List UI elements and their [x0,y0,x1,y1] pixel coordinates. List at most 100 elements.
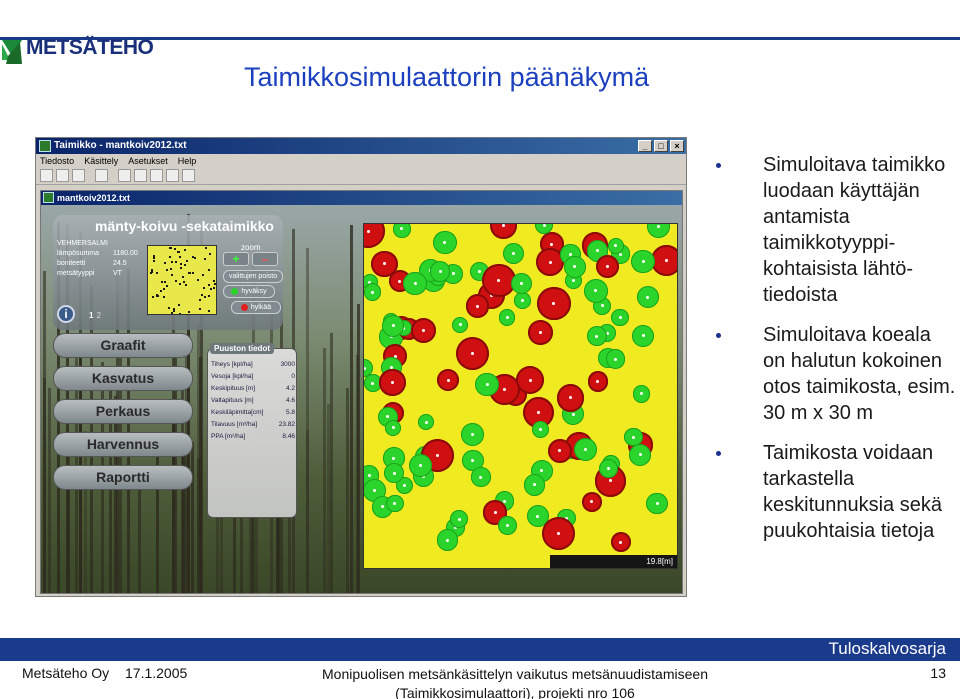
minimize-button[interactable]: _ [638,140,652,152]
pine-tree[interactable] [385,419,402,436]
perkaus-button[interactable]: Perkaus [53,399,193,424]
save-icon[interactable] [72,169,85,182]
close-icon[interactable] [182,169,195,182]
pine-tree[interactable] [523,473,546,496]
birch-tree[interactable] [556,384,585,412]
simulation-plot[interactable]: 19.8[m] [363,223,678,569]
undo-icon[interactable] [166,169,179,182]
pine-tree[interactable] [611,308,629,327]
birch-tree[interactable] [465,294,490,318]
harvennus-button[interactable]: Harvennus [53,432,193,457]
page-2[interactable]: 2 [96,311,100,320]
zoom-out-button[interactable]: – [252,252,278,266]
copy-icon[interactable] [134,169,147,182]
overview-map[interactable] [147,245,217,315]
pine-tree[interactable] [418,414,435,431]
page-1[interactable]: 1 [89,311,93,320]
pine-tree[interactable] [450,510,468,529]
menu-kasittely[interactable]: Käsittely [84,154,118,168]
birch-tree[interactable] [456,336,490,370]
pine-tree[interactable] [636,286,659,309]
graafit-button[interactable]: Graafit [53,333,193,358]
thumb-tree-dot [208,284,210,286]
close-button[interactable]: × [670,140,684,152]
pine-tree[interactable] [393,224,411,238]
pine-tree[interactable] [583,278,608,303]
pine-tree[interactable] [452,316,469,333]
menu-help[interactable]: Help [178,154,197,168]
pine-tree[interactable] [632,325,655,347]
birch-tree[interactable] [547,438,572,463]
birch-tree[interactable] [378,369,406,396]
pine-tree[interactable] [475,372,499,397]
pine-tree[interactable] [364,283,381,301]
maximize-button[interactable]: □ [654,140,668,152]
open-icon[interactable] [56,169,69,182]
menu-tiedosto[interactable]: Tiedosto [40,154,74,168]
bullet-item: Simuloitava koe­ala on halutun kokoinen … [716,322,956,426]
birch-tree[interactable] [436,369,460,392]
raportti-button[interactable]: Raportti [53,465,193,490]
birch-tree[interactable] [581,491,602,513]
pine-tree[interactable] [460,423,484,447]
new-icon[interactable] [40,169,53,182]
stat-label: Vesoja [kpl/ha] [211,373,254,380]
reject-button[interactable]: hylkää [231,301,281,314]
birch-tree[interactable] [528,320,554,346]
pine-tree[interactable] [646,493,668,515]
pine-tree[interactable] [432,230,457,255]
pine-tree[interactable] [629,443,652,466]
pine-tree[interactable] [499,309,516,326]
bullet-dot-icon [716,451,721,456]
pine-tree[interactable] [497,516,517,536]
stand-statistics: Puuston tiedot Tiheys [kpl/ha] 3000 Vesoj… [207,343,297,518]
thumb-tree-dot [175,261,177,263]
remove-selected-button[interactable]: valittujen poisto [223,270,283,283]
thumb-tree-dot [189,272,191,274]
pine-tree[interactable] [532,420,550,438]
paste-icon[interactable] [150,169,163,182]
pine-tree[interactable] [563,255,586,278]
birch-tree[interactable] [411,317,437,343]
pine-tree[interactable] [408,453,433,478]
pine-tree[interactable] [430,261,451,282]
accept-button[interactable]: hyväksy [223,285,275,298]
menu-asetukset[interactable]: Asetukset [128,154,168,168]
pine-tree[interactable] [511,273,533,295]
footer-org: Metsäteho Oy [22,665,110,681]
pine-tree[interactable] [631,249,656,274]
pine-tree[interactable] [403,271,427,296]
birch-tree[interactable] [587,371,609,393]
cut-icon[interactable] [118,169,131,182]
pine-tree[interactable] [503,243,525,265]
pine-tree[interactable] [385,494,404,513]
bullet-item: Simuloitava taimikko luodaan käyttäjän a… [716,152,956,308]
birch-tree[interactable] [515,365,545,395]
pine-tree[interactable] [632,385,651,403]
stat-label: Tilavuus [m³/ha] [211,421,257,428]
thumb-tree-dot [175,280,177,282]
birch-tree[interactable] [596,255,620,279]
birch-tree[interactable] [364,224,386,249]
thumb-tree-dot [163,296,165,298]
pine-tree[interactable] [382,314,405,337]
pine-tree[interactable] [598,458,619,478]
pine-tree[interactable] [573,438,597,462]
birch-tree[interactable] [537,286,571,321]
birch-tree[interactable] [490,224,518,239]
bullet-dot-icon [716,333,721,338]
pine-tree[interactable] [586,326,607,347]
birch-tree[interactable] [610,532,631,553]
pine-tree[interactable] [646,224,671,239]
pine-tree[interactable] [436,529,459,552]
print-icon[interactable] [95,169,108,182]
kasvatus-button[interactable]: Kasvatus [53,366,193,391]
pine-tree[interactable] [514,292,531,309]
info-icon[interactable]: i [57,305,75,323]
pine-tree[interactable] [471,467,491,487]
thumb-tree-dot [152,296,154,298]
birch-tree[interactable] [541,517,575,551]
thumb-tree-dot [179,313,181,314]
zoom-in-button[interactable]: + [223,252,249,266]
pine-tree[interactable] [605,349,625,369]
